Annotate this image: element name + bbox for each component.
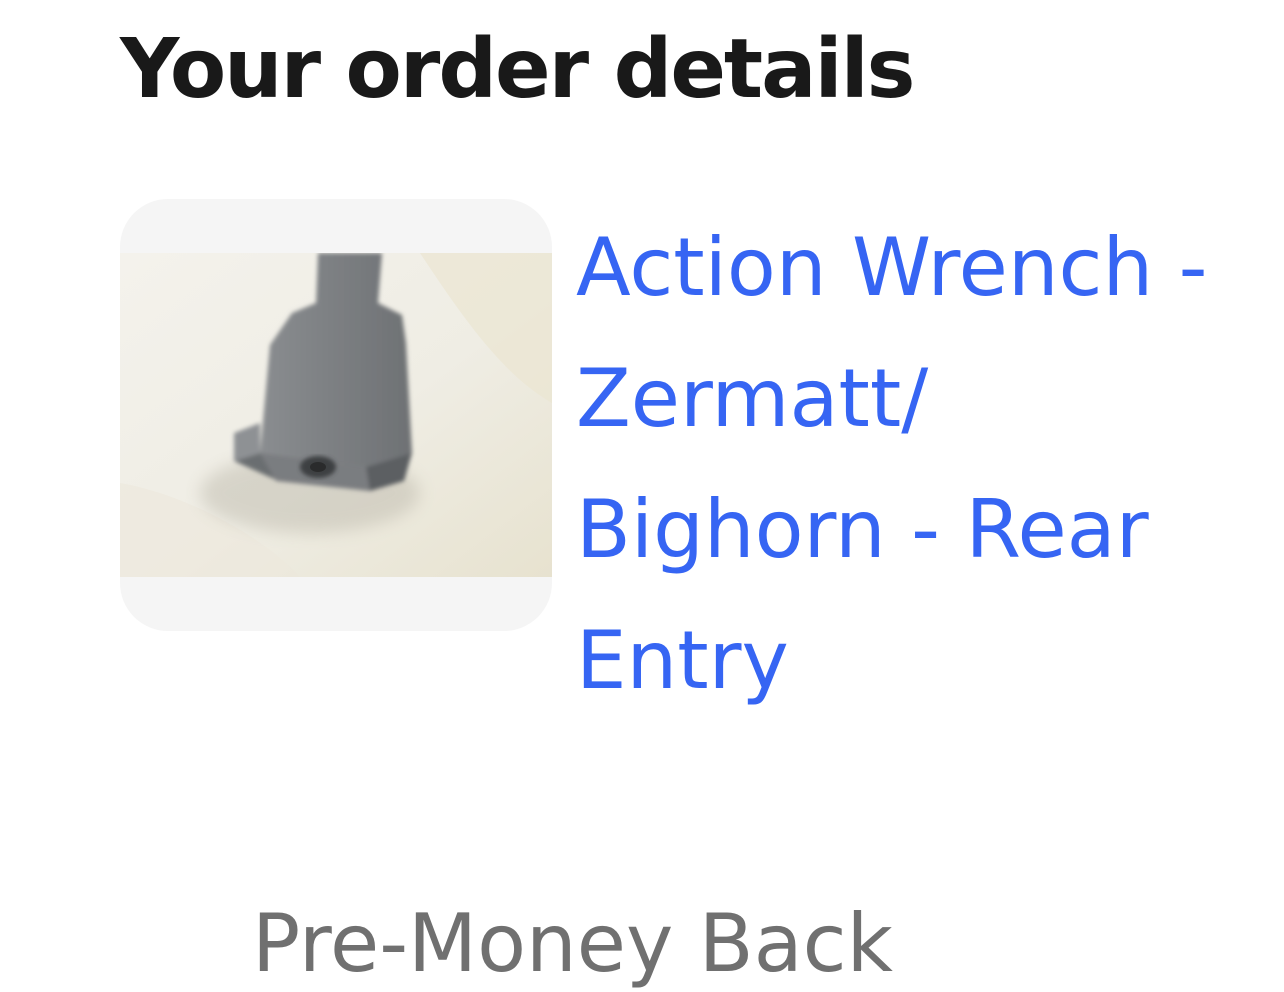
page-title: Your order details	[120, 22, 915, 117]
next-section-label: Pre-Money Back	[252, 897, 893, 990]
item-thumbnail[interactable]	[120, 199, 552, 631]
item-title-link[interactable]: Action Wrench - Zermatt/ Bighorn - Rear …	[576, 202, 1216, 726]
product-photo	[120, 253, 552, 577]
